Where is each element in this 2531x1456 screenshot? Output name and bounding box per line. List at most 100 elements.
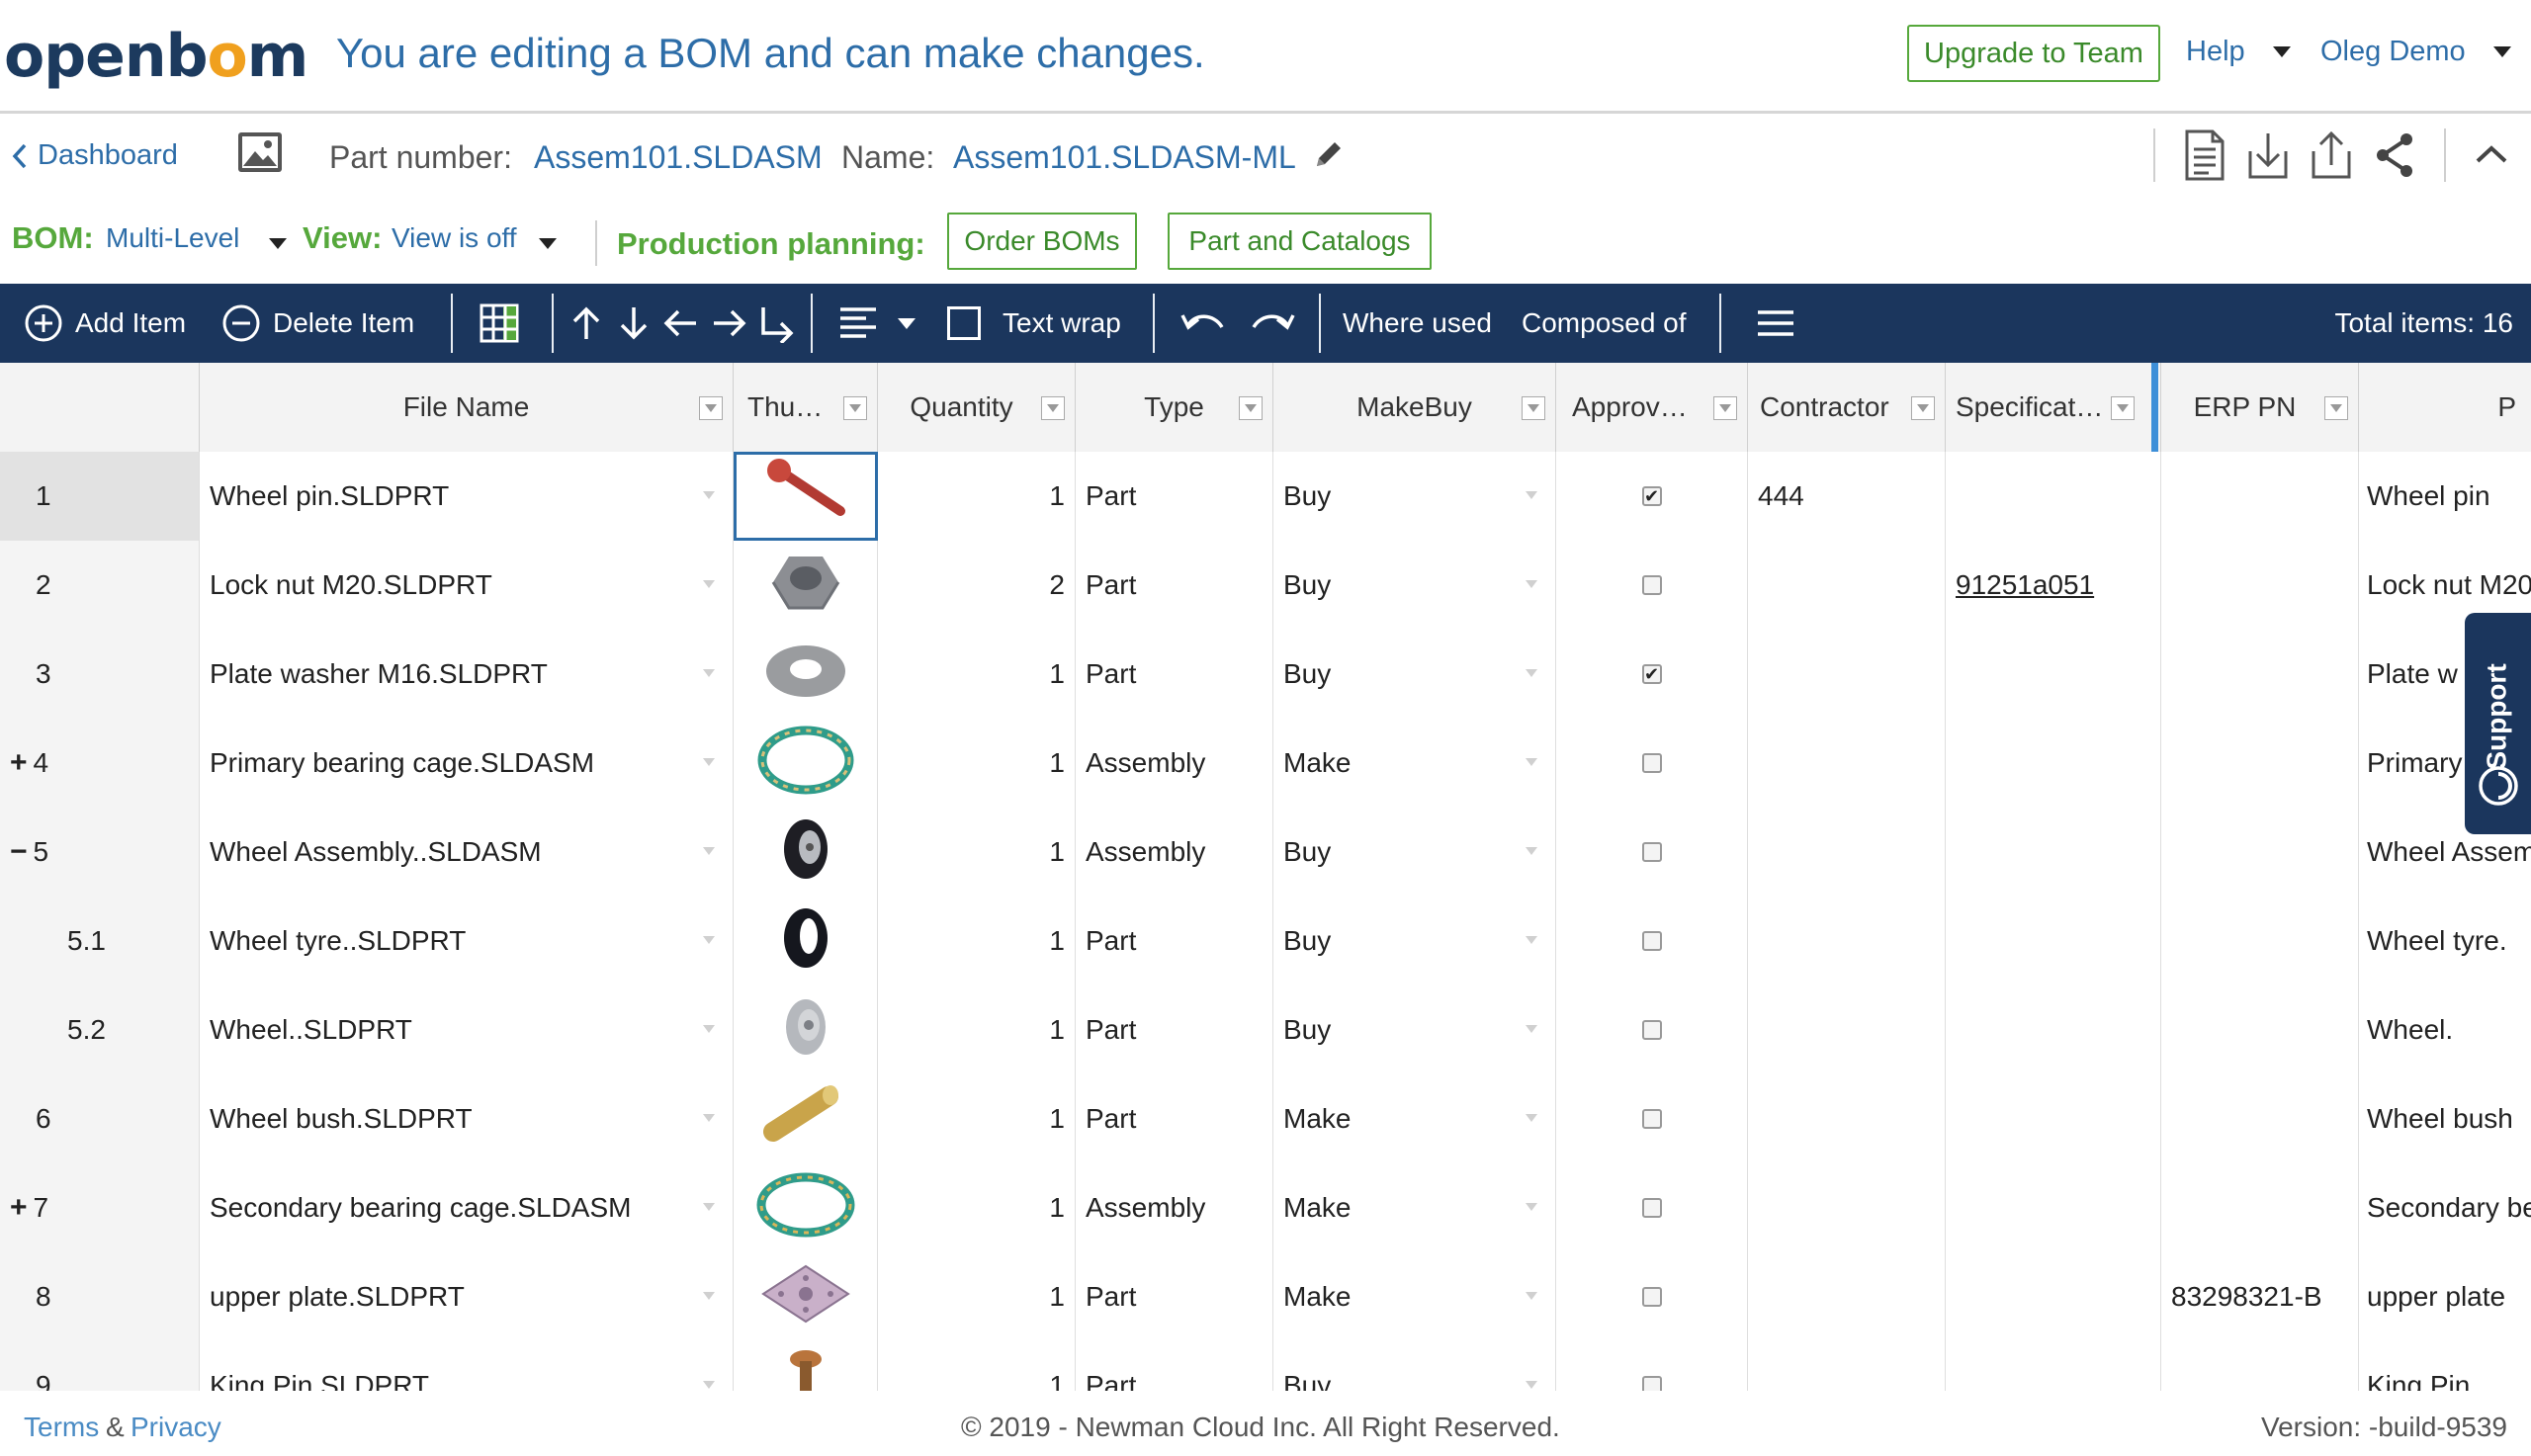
desc-cell[interactable]: Wheel tyre.: [2359, 897, 2531, 985]
contractor-cell[interactable]: [1748, 1341, 1946, 1391]
dashboard-link[interactable]: Dashboard: [12, 139, 178, 172]
thumbnail-cell[interactable]: [734, 897, 878, 985]
type-cell[interactable]: Part: [1076, 985, 1273, 1074]
dropdown-arrow-icon[interactable]: [703, 936, 715, 944]
collapse-button[interactable]: −: [10, 835, 28, 869]
view-select[interactable]: View is off: [392, 222, 517, 254]
spec-cell[interactable]: [1946, 808, 2161, 897]
row-number-cell[interactable]: 2: [0, 541, 200, 630]
approved-checkbox[interactable]: [1641, 1109, 1662, 1129]
qty-cell[interactable]: 1: [878, 719, 1076, 808]
align-menu[interactable]: [838, 284, 916, 363]
expand-button[interactable]: +: [10, 1191, 28, 1225]
erp-cell[interactable]: [2161, 808, 2359, 897]
table-row[interactable]: 5.1 Wheel tyre..SLDPRT 1 Part Buy Wheel tyre.: [0, 897, 2531, 986]
contractor-cell[interactable]: [1748, 630, 1946, 719]
header-makebuy[interactable]: MakeBuy: [1273, 363, 1556, 452]
desc-cell[interactable]: Wheel.: [2359, 985, 2531, 1074]
type-cell[interactable]: Part: [1076, 1074, 1273, 1163]
thumbnail-cell[interactable]: [734, 1252, 878, 1341]
dropdown-arrow-icon[interactable]: [703, 1025, 715, 1033]
arrow-down-icon[interactable]: [615, 303, 653, 343]
contractor-cell[interactable]: [1748, 808, 1946, 897]
row-number-cell[interactable]: 9: [0, 1341, 200, 1391]
filter-icon[interactable]: [2111, 396, 2135, 420]
makebuy-cell[interactable]: Buy: [1273, 985, 1556, 1074]
makebuy-cell[interactable]: Buy: [1273, 897, 1556, 985]
table-row[interactable]: 2 Lock nut M20.SLDPRT 2 Part Buy 91251a051 Loc…: [0, 541, 2531, 631]
dropdown-arrow-icon[interactable]: [1526, 1203, 1537, 1211]
hamburger-menu-button[interactable]: [1756, 284, 1795, 363]
dropdown-arrow-icon[interactable]: [1526, 936, 1537, 944]
dropdown-arrow-icon[interactable]: [1526, 1025, 1537, 1033]
approved-checkbox[interactable]: [1641, 575, 1662, 595]
qty-cell[interactable]: 1: [878, 808, 1076, 897]
dropdown-arrow-icon[interactable]: [703, 1292, 715, 1300]
header-quantity[interactable]: Quantity: [878, 363, 1076, 452]
erp-cell[interactable]: 83298321-B: [2161, 1252, 2359, 1341]
order-boms-button[interactable]: Order BOMs: [947, 213, 1137, 270]
chevron-up-icon[interactable]: [2472, 128, 2511, 183]
table-row[interactable]: −5 Wheel Assembly..SLDASM 1 Assembly Buy Whee…: [0, 808, 2531, 898]
table-row[interactable]: 5.2 Wheel..SLDPRT 1 Part Buy Wheel.: [0, 985, 2531, 1075]
erp-cell[interactable]: [2161, 1341, 2359, 1391]
qty-cell[interactable]: 2: [878, 541, 1076, 630]
add-item-button[interactable]: Add Item: [24, 284, 186, 363]
dropdown-arrow-icon[interactable]: [1526, 580, 1537, 588]
makebuy-cell[interactable]: Make: [1273, 719, 1556, 808]
thumbnail-cell[interactable]: [734, 630, 878, 719]
type-cell[interactable]: Assembly: [1076, 1163, 1273, 1252]
type-cell[interactable]: Part: [1076, 630, 1273, 719]
spec-cell[interactable]: [1946, 452, 2161, 541]
file-cell[interactable]: Wheel tyre..SLDPRT: [200, 897, 734, 985]
approved-checkbox[interactable]: [1641, 931, 1662, 951]
approved-checkbox[interactable]: [1641, 1020, 1662, 1040]
expand-button[interactable]: +: [10, 746, 28, 780]
table-row[interactable]: +4 Primary bearing cage.SLDASM 1 Assembly Ma…: [0, 719, 2531, 809]
qty-cell[interactable]: 1: [878, 630, 1076, 719]
row-number-cell[interactable]: −5: [0, 808, 200, 897]
filter-icon[interactable]: [2324, 396, 2348, 420]
type-cell[interactable]: Assembly: [1076, 808, 1273, 897]
row-number-cell[interactable]: 3: [0, 630, 200, 719]
makebuy-cell[interactable]: Buy: [1273, 808, 1556, 897]
spec-cell[interactable]: [1946, 985, 2161, 1074]
desc-cell[interactable]: King Pin: [2359, 1341, 2531, 1391]
table-row[interactable]: +7 Secondary bearing cage.SLDASM 1 Assembly…: [0, 1163, 2531, 1253]
arrow-up-icon[interactable]: [567, 303, 605, 343]
file-cell[interactable]: Lock nut M20.SLDPRT: [200, 541, 734, 630]
makebuy-cell[interactable]: Buy: [1273, 630, 1556, 719]
where-used-button[interactable]: Where used: [1343, 284, 1492, 363]
makebuy-cell[interactable]: Buy: [1273, 452, 1556, 541]
file-cell[interactable]: Wheel pin.SLDPRT: [200, 452, 734, 541]
thumbnail-cell[interactable]: [734, 985, 878, 1074]
dropdown-arrow-icon[interactable]: [1526, 669, 1537, 677]
qty-cell[interactable]: 1: [878, 1074, 1076, 1163]
qty-cell[interactable]: 1: [878, 1341, 1076, 1391]
upload-icon[interactable]: [2308, 128, 2355, 183]
spec-cell[interactable]: [1946, 1074, 2161, 1163]
dropdown-arrow-icon[interactable]: [1526, 847, 1537, 855]
filter-icon[interactable]: [699, 396, 723, 420]
grid-view-button[interactable]: [479, 284, 520, 363]
header-description[interactable]: P: [2359, 363, 2531, 452]
row-number-cell[interactable]: 1: [0, 452, 200, 541]
contractor-cell[interactable]: [1748, 897, 1946, 985]
erp-cell[interactable]: [2161, 985, 2359, 1074]
approved-checkbox[interactable]: ✔: [1641, 664, 1662, 684]
column-resize-handle[interactable]: [2151, 363, 2158, 452]
desc-cell[interactable]: Wheel pin: [2359, 452, 2531, 541]
file-cell[interactable]: Wheel..SLDPRT: [200, 985, 734, 1074]
privacy-link[interactable]: Privacy: [131, 1412, 221, 1443]
file-cell[interactable]: Wheel Assembly..SLDASM: [200, 808, 734, 897]
spec-cell[interactable]: [1946, 1341, 2161, 1391]
contractor-cell[interactable]: 444: [1748, 452, 1946, 541]
dropdown-arrow-icon[interactable]: [703, 847, 715, 855]
filter-icon[interactable]: [1041, 396, 1065, 420]
download-icon[interactable]: [2244, 128, 2292, 183]
dropdown-arrow-icon[interactable]: [1526, 491, 1537, 499]
type-cell[interactable]: Part: [1076, 1341, 1273, 1391]
approved-checkbox[interactable]: [1641, 1198, 1662, 1218]
approved-checkbox[interactable]: ✔: [1641, 486, 1662, 506]
indent-arrow-icon[interactable]: [757, 303, 795, 343]
